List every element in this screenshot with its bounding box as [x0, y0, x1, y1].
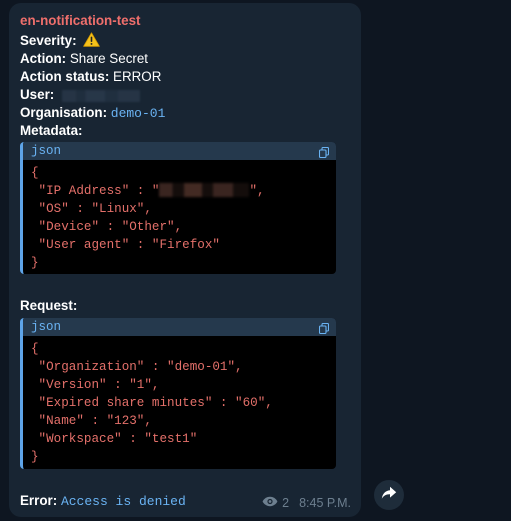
severity-row: Severity: [20, 32, 101, 51]
action-label: Action: [20, 51, 67, 66]
code-header: json [23, 318, 336, 336]
eye-icon [262, 496, 278, 510]
share-arrow-icon [381, 486, 397, 505]
error-row: Error: Access is denied [20, 492, 186, 510]
code-body: { "Organization" : "demo-01", "Version" … [23, 336, 336, 469]
code-line: "Name" : "123", [31, 414, 152, 428]
request-row: Request: [20, 297, 77, 314]
code-line: "Device" : "Other", [31, 220, 183, 234]
copy-icon[interactable] [318, 146, 330, 164]
user-row: User: [20, 86, 140, 103]
code-line: { [31, 342, 39, 356]
message-meta: 2 8:45 P.M. [262, 496, 351, 510]
user-label: User: [20, 87, 55, 102]
code-line: "OS" : "Linux", [31, 202, 152, 216]
organisation-row: Organisation: demo-01 [20, 104, 165, 122]
code-header: json [23, 142, 336, 160]
code-line: "Workspace" : "test1" [31, 432, 198, 446]
code-line: "Expired share minutes" : "60", [31, 396, 273, 410]
organisation-value[interactable]: demo-01 [111, 106, 166, 121]
view-count: 2 [282, 496, 290, 510]
code-language: json [31, 144, 62, 158]
code-text: "IP Address" : " [31, 184, 160, 198]
action-value: Share Secret [69, 51, 149, 66]
organisation-label: Organisation: [20, 105, 108, 120]
metadata-label: Metadata: [20, 123, 83, 138]
action-status-row: Action status: ERROR [20, 68, 161, 85]
message-bubble: en-notification-test Severity: Action: S… [9, 3, 361, 517]
code-line: } [31, 450, 39, 464]
code-language: json [31, 320, 62, 334]
code-line: } [31, 256, 39, 270]
error-label: Error: [20, 493, 58, 508]
error-value[interactable]: Access is denied [61, 494, 186, 509]
severity-label: Severity: [20, 33, 77, 48]
action-status-label: Action status: [20, 69, 110, 84]
redacted-user [61, 90, 140, 102]
action-status-value: ERROR [113, 69, 162, 84]
code-line: "Version" : "1", [31, 378, 160, 392]
message-time: 8:45 P.M. [299, 496, 351, 510]
code-text: ", [249, 184, 265, 198]
code-line: { [31, 166, 39, 180]
request-label: Request: [20, 298, 78, 313]
action-row: Action: Share Secret [20, 50, 148, 67]
copy-icon[interactable] [318, 322, 330, 340]
code-line: "Organization" : "demo-01", [31, 360, 243, 374]
forward-button[interactable] [374, 480, 404, 510]
metadata-code-block[interactable]: json { "IP Address" : " ", "OS" : "Linux"… [20, 142, 336, 274]
code-line: "IP Address" : " ", [31, 182, 336, 200]
sender-name[interactable]: en-notification-test [20, 12, 141, 29]
code-body: { "IP Address" : " ", "OS" : "Linux", "De… [23, 160, 336, 274]
warning-icon [83, 32, 101, 51]
metadata-row: Metadata: [20, 122, 83, 139]
redacted-ip [159, 183, 250, 197]
request-code-block[interactable]: json { "Organization" : "demo-01", "Vers… [20, 318, 336, 469]
code-line: "User agent" : "Firefox" [31, 238, 220, 252]
